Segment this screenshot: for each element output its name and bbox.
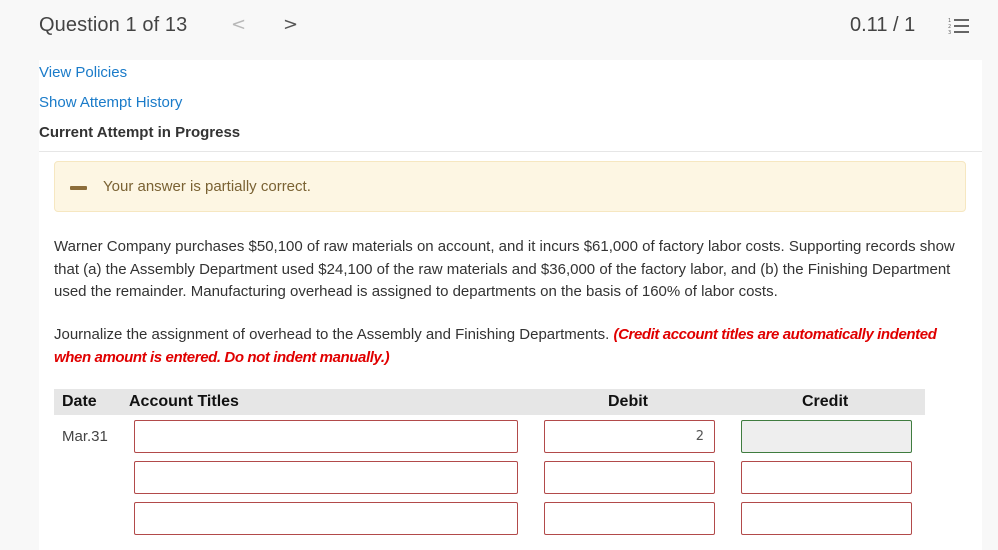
- journal-date: Mar.31: [62, 428, 108, 445]
- instruction-text: Journalize the assignment of overhead to…: [54, 326, 610, 343]
- column-header-date: Date: [62, 393, 97, 410]
- question-text: Warner Company purchases $50,100 of raw …: [54, 238, 955, 300]
- numbered-list-icon[interactable]: 1 2 3: [948, 17, 970, 35]
- credit-input-row-3[interactable]: [741, 502, 912, 535]
- svg-text:3: 3: [948, 30, 951, 35]
- credit-input-row-2[interactable]: [741, 461, 912, 494]
- debit-input-row-2[interactable]: [544, 461, 715, 494]
- account-title-input-row-2[interactable]: [134, 461, 518, 494]
- debit-input-row-3[interactable]: [544, 502, 715, 535]
- partial-dash-icon: [70, 186, 87, 190]
- question-counter: Question 1 of 13: [39, 14, 188, 36]
- show-attempt-history-link[interactable]: Show Attempt History: [39, 94, 182, 111]
- attempt-status: Current Attempt in Progress: [39, 124, 241, 141]
- chevron-right-icon[interactable]: >: [283, 14, 298, 35]
- question-header: Question 1 of 13 < > 0.11 / 1 1 2 3: [0, 0, 998, 60]
- view-policies-link[interactable]: View Policies: [39, 64, 127, 81]
- divider: [39, 151, 982, 152]
- question-panel: View Policies Show Attempt History Curre…: [39, 60, 982, 550]
- column-header-credit: Credit: [802, 393, 849, 410]
- debit-input-row-1[interactable]: [544, 420, 715, 453]
- feedback-banner: Your answer is partially correct.: [54, 161, 966, 212]
- column-header-debit: Debit: [608, 393, 648, 410]
- column-header-account-titles: Account Titles: [129, 393, 239, 410]
- account-title-input-row-1[interactable]: [134, 420, 518, 453]
- account-title-input-row-3[interactable]: [134, 502, 518, 535]
- chevron-left-icon[interactable]: <: [231, 14, 246, 35]
- feedback-text: Your answer is partially correct.: [103, 178, 311, 195]
- score-display: 0.11 / 1: [850, 14, 916, 36]
- journal-table-header: Date Account Titles Debit Credit: [54, 389, 925, 415]
- question-instruction: Journalize the assignment of overhead to…: [54, 324, 964, 369]
- credit-input-row-1[interactable]: [741, 420, 912, 453]
